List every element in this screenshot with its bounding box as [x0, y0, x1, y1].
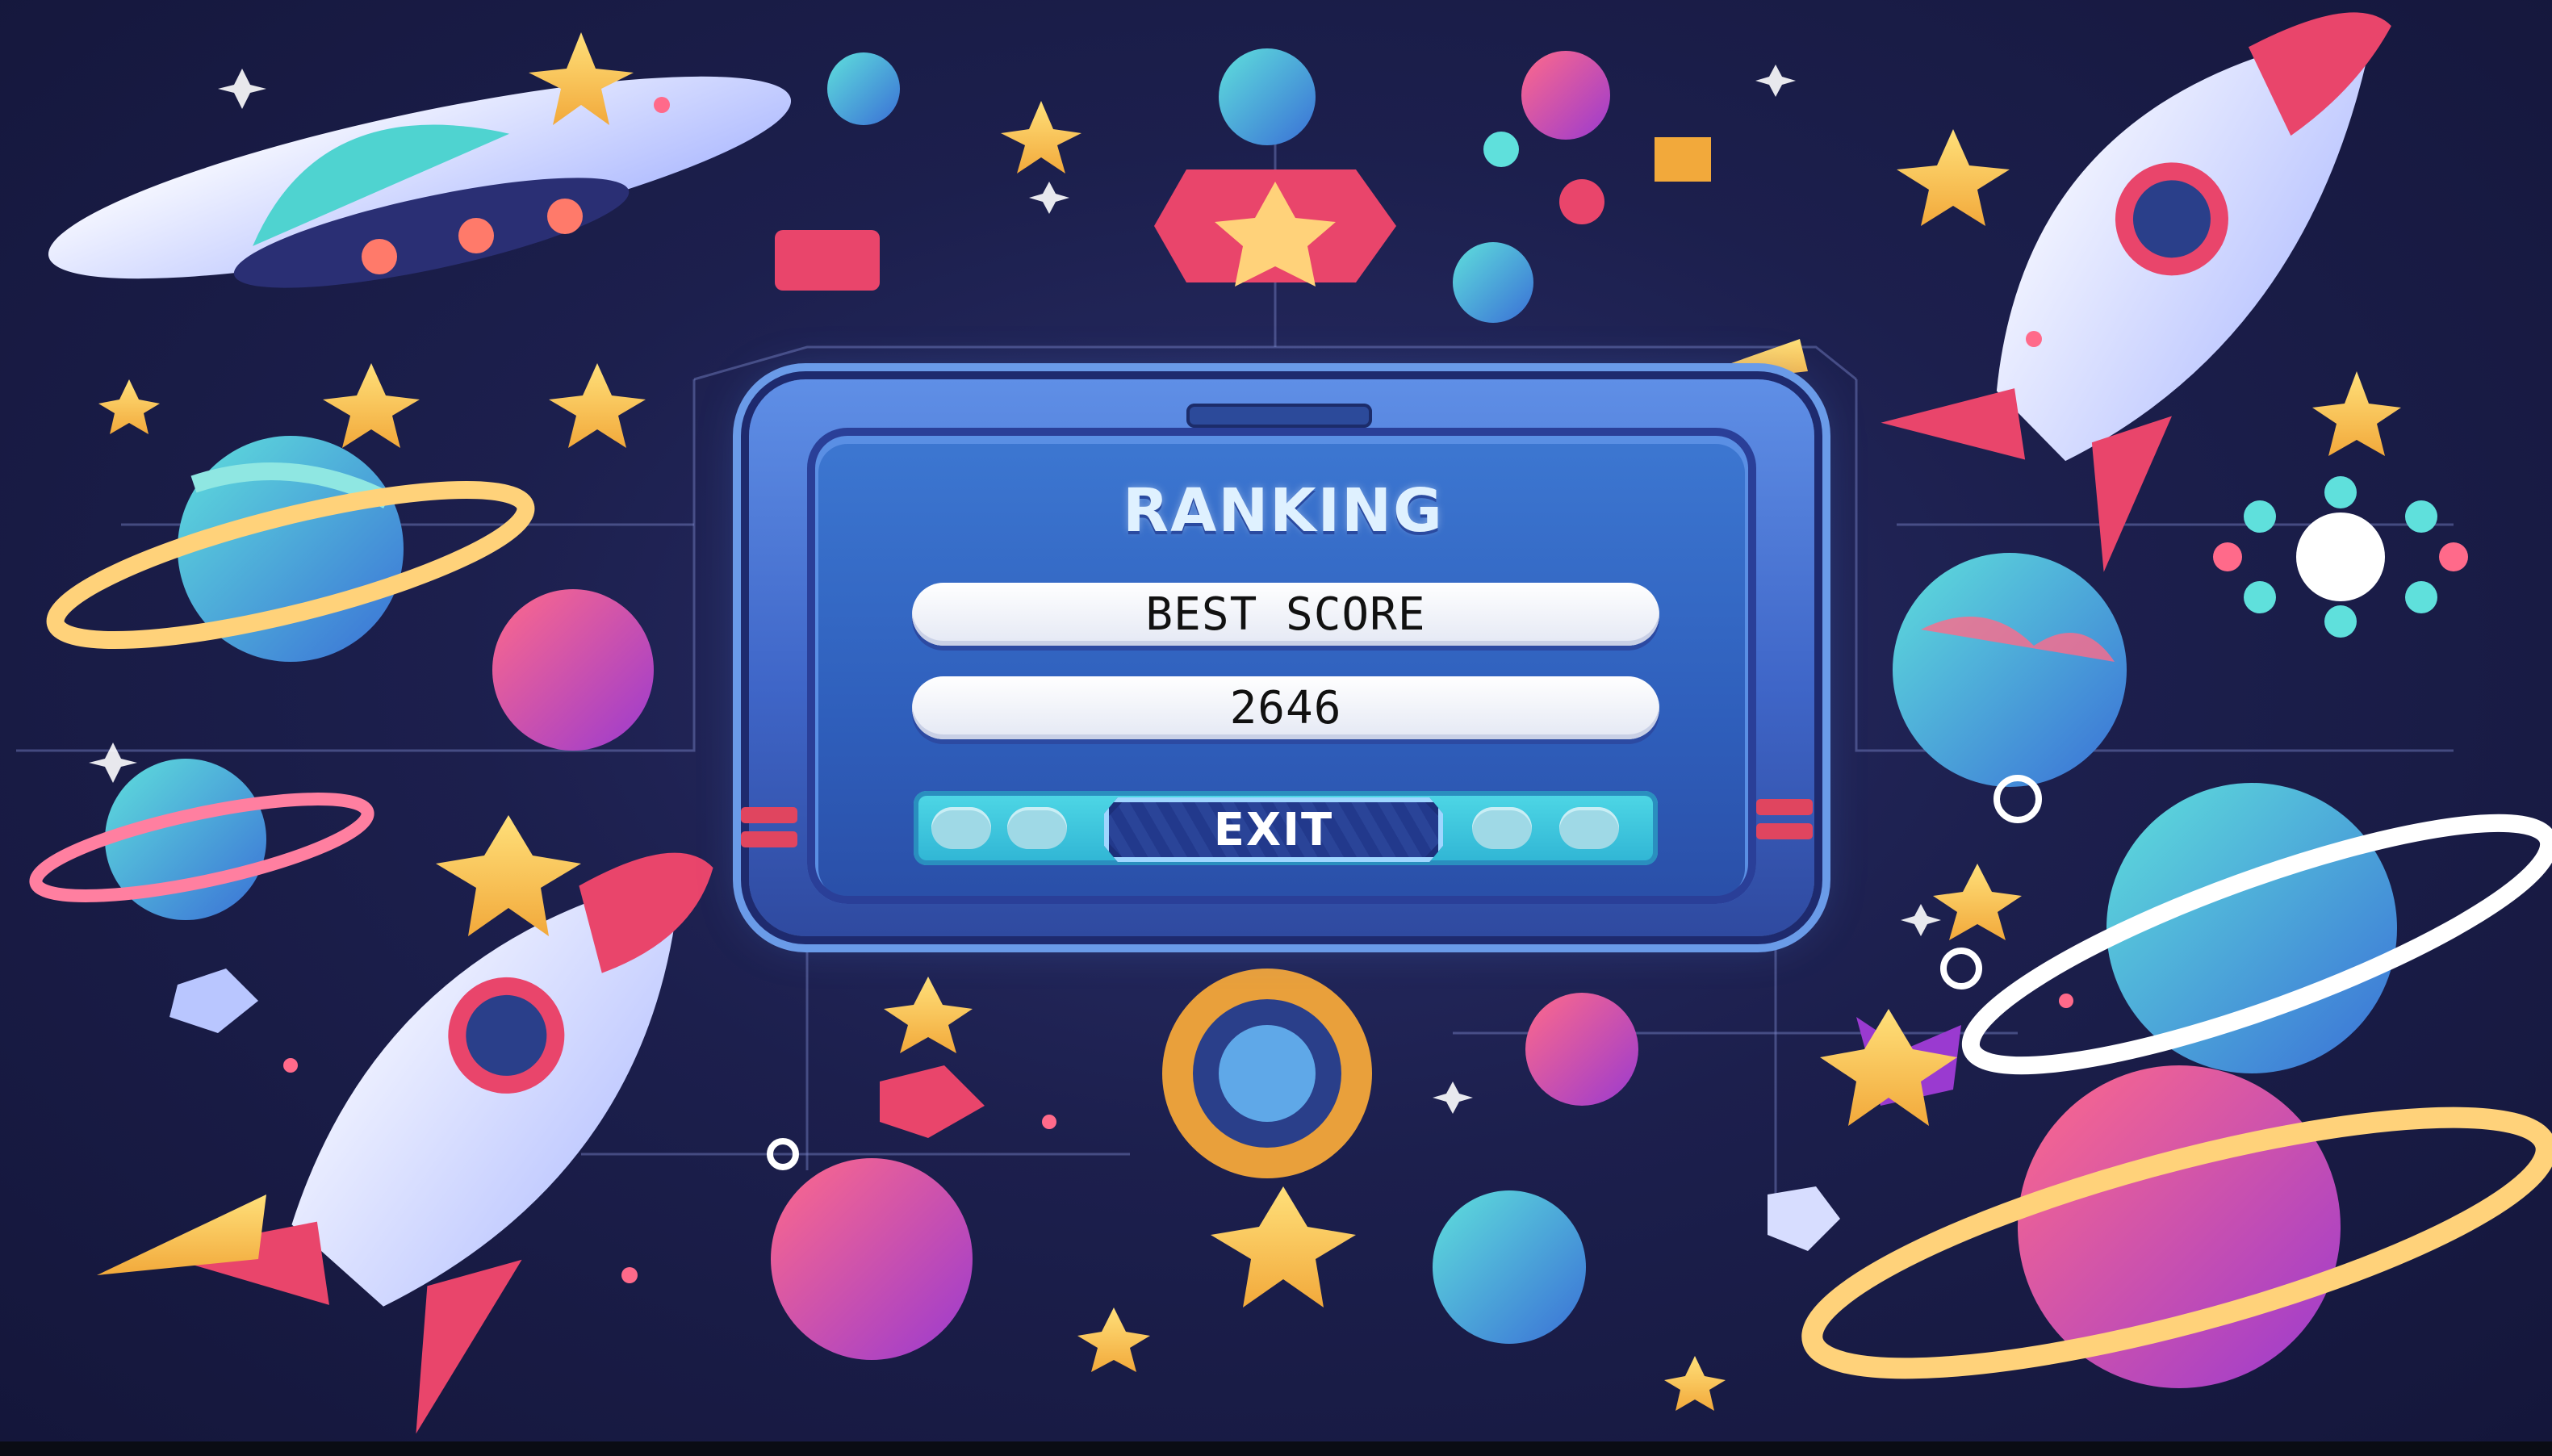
ringed-planet-icon	[29, 759, 374, 920]
panel-side-stripe-right	[1756, 799, 1813, 815]
ringed-planet-icon	[1801, 1065, 2552, 1388]
panel-side-stripe-left	[741, 807, 797, 823]
indicator-dot	[1559, 807, 1619, 849]
orb-cluster-icon	[2213, 476, 2468, 638]
ufo-icon	[48, 76, 792, 288]
rocket-icon	[1881, 12, 2391, 572]
best-score-value: 2646	[912, 676, 1659, 739]
indicator-dot	[931, 807, 991, 849]
panel-side-stripe-right	[1756, 823, 1813, 839]
panel-side-stripe-left	[741, 831, 797, 847]
ranking-title: RANKING	[1123, 476, 1444, 546]
ringed-planet-icon	[1961, 783, 2552, 1075]
bottom-edge	[0, 1441, 2552, 1456]
exit-button-label: EXIT	[1213, 803, 1334, 856]
best-score-label: BEST SCORE	[912, 583, 1659, 646]
ringed-planet-icon	[46, 436, 535, 662]
indicator-dot	[1007, 807, 1067, 849]
panel-top-tab	[1186, 404, 1372, 428]
exit-button[interactable]: EXIT	[1104, 797, 1443, 862]
indicator-dot	[1472, 807, 1532, 849]
